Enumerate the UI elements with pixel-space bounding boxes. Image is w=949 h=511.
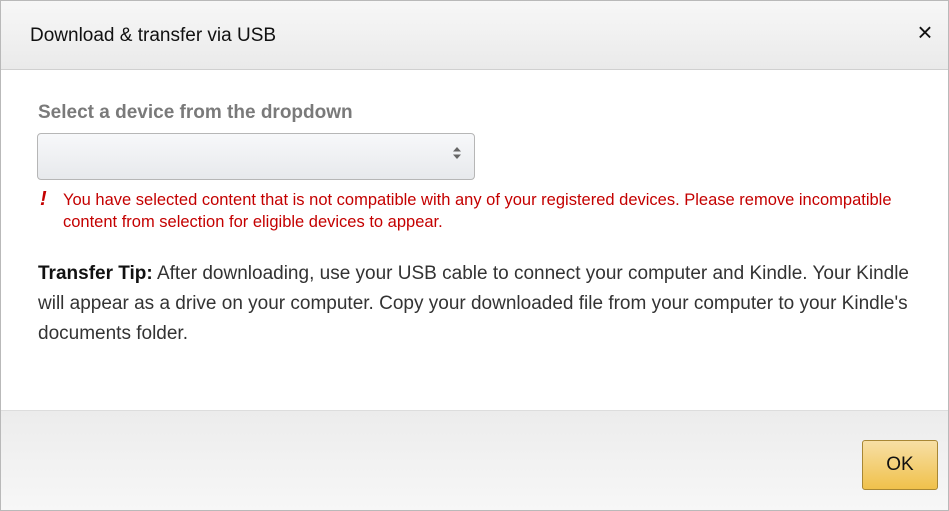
- sort-arrows-icon: [453, 147, 461, 159]
- transfer-tip-text: After downloading, use your USB cable to…: [38, 263, 909, 344]
- dialog-body: Select a device from the dropdown ! You …: [1, 70, 948, 410]
- error-icon: !: [40, 188, 47, 210]
- transfer-tip-label: Transfer Tip:: [38, 263, 153, 284]
- transfer-tip: Transfer Tip: After downloading, use you…: [38, 259, 928, 349]
- error-message: You have selected content that is not co…: [63, 191, 892, 231]
- dialog-title: Download & transfer via USB: [30, 25, 277, 46]
- download-transfer-dialog: Download & transfer via USB × Select a d…: [0, 0, 949, 511]
- dialog-footer: OK: [1, 410, 948, 510]
- device-dropdown[interactable]: [37, 133, 475, 180]
- ok-button[interactable]: OK: [862, 440, 938, 490]
- device-select-label: Select a device from the dropdown: [38, 102, 353, 123]
- close-icon[interactable]: ×: [912, 19, 938, 45]
- dialog-header: Download & transfer via USB ×: [1, 1, 948, 70]
